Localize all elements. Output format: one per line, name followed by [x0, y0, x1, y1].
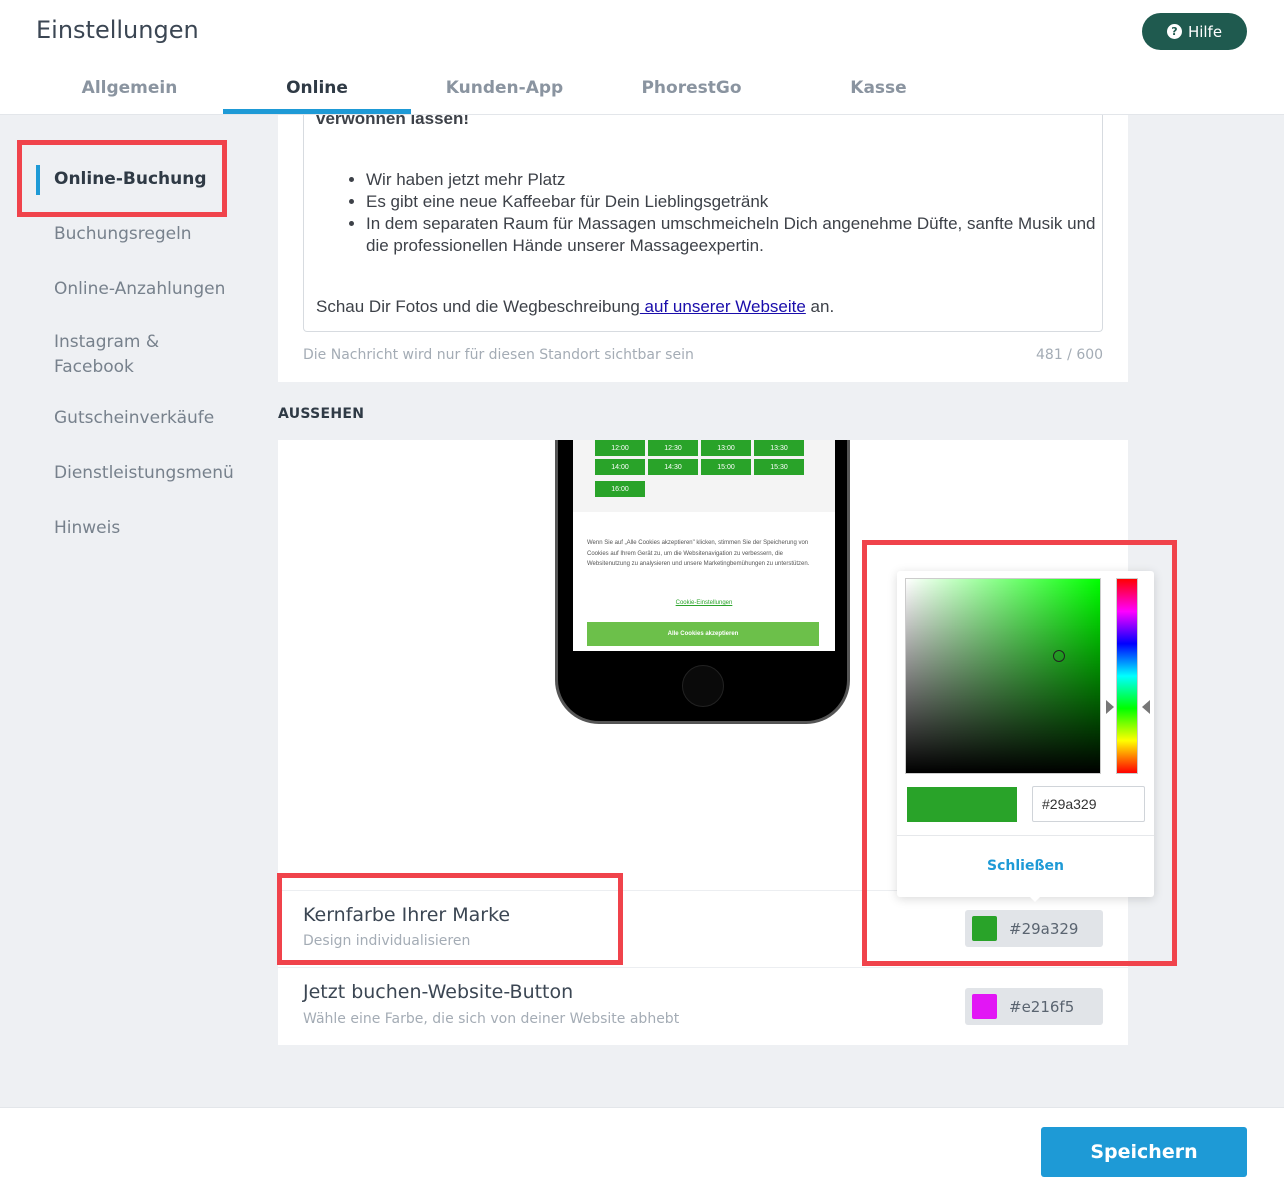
help-button[interactable]: ? Hilfe: [1142, 13, 1247, 50]
help-label: Hilfe: [1187, 22, 1223, 41]
sidebar-item-instagram-line: Instagram &: [54, 332, 160, 352]
visibility-hint: Die Nachricht wird nur für diesen Stando…: [303, 347, 694, 363]
sidebar-item-gutscheinverkaeufe[interactable]: Gutscheinverkäufe: [54, 406, 214, 431]
time-slot: 13:00: [701, 440, 751, 456]
booking-button-color-button[interactable]: #e216f5: [965, 988, 1103, 1025]
booking-button-subtitle: Wähle eine Farbe, die sich von deiner We…: [303, 1011, 680, 1027]
divider: [278, 967, 1128, 968]
cookie-banner: Wenn Sie auf „Alle Cookies akzeptieren" …: [573, 512, 835, 651]
tab-allgemein[interactable]: Allgemein: [36, 78, 223, 115]
booking-button-title: Jetzt buchen-Website-Button: [303, 981, 574, 1003]
sidebar-item-facebook-line: Facebook: [54, 357, 134, 377]
booking-button-color-value: #e216f5: [1009, 997, 1075, 1016]
sidebar-item-buchungsregeln[interactable]: Buchungsregeln: [54, 222, 192, 247]
phone-screen: 12:00 12:30 13:00 13:30 14:00 14:30 15:0…: [573, 440, 835, 651]
time-slot: 14:30: [648, 459, 698, 475]
highlight-box-color-picker: [862, 540, 1177, 966]
tab-kunden-app[interactable]: Kunden-App: [411, 78, 598, 115]
cookie-accept-button: Alle Cookies akzeptieren: [587, 622, 819, 646]
message-card: [278, 115, 1128, 382]
tab-phorestgo[interactable]: PhorestGo: [598, 78, 785, 115]
sidebar-item-online-anzahlungen[interactable]: Online-Anzahlungen: [54, 277, 225, 302]
cookie-settings-link: Cookie-Einstellungen: [675, 600, 733, 606]
time-slot: 15:00: [701, 459, 751, 475]
highlight-box-brand-color: [277, 873, 623, 965]
sidebar-item-instagram-facebook[interactable]: Instagram & Facebook: [54, 330, 159, 380]
character-count: 481 / 600: [1036, 347, 1104, 363]
time-slot: 12:30: [648, 440, 698, 456]
question-circle-icon: ?: [1166, 24, 1182, 39]
time-slot: 13:30: [754, 440, 804, 456]
time-slot: 16:00: [595, 481, 645, 497]
time-slot: 15:30: [754, 459, 804, 475]
time-slot: 12:00: [595, 440, 645, 456]
tab-kasse[interactable]: Kasse: [785, 78, 972, 115]
booking-button-swatch: [972, 994, 997, 1019]
page-title: Einstellungen: [36, 16, 199, 44]
save-button[interactable]: Speichern: [1041, 1127, 1247, 1177]
sidebar-item-hinweis[interactable]: Hinweis: [54, 516, 120, 541]
sidebar-item-dienstleistungsmenue[interactable]: Dienstleistungsmenü: [54, 461, 234, 486]
footer-bar: Speichern: [0, 1107, 1284, 1188]
section-label-aussehen: AUSSEHEN: [278, 406, 365, 422]
highlight-box-sidebar: [17, 140, 227, 217]
phone-home-button: [682, 665, 724, 707]
active-tab-indicator: [223, 109, 411, 114]
cookie-text: Wenn Sie auf „Alle Cookies akzeptieren" …: [587, 540, 810, 567]
time-slot: 14:00: [595, 459, 645, 475]
top-bar: Einstellungen ? Hilfe Allgemein Online K…: [0, 0, 1284, 115]
phone-preview: 12:00 12:30 13:00 13:30 14:00 14:30 15:0…: [555, 440, 850, 724]
